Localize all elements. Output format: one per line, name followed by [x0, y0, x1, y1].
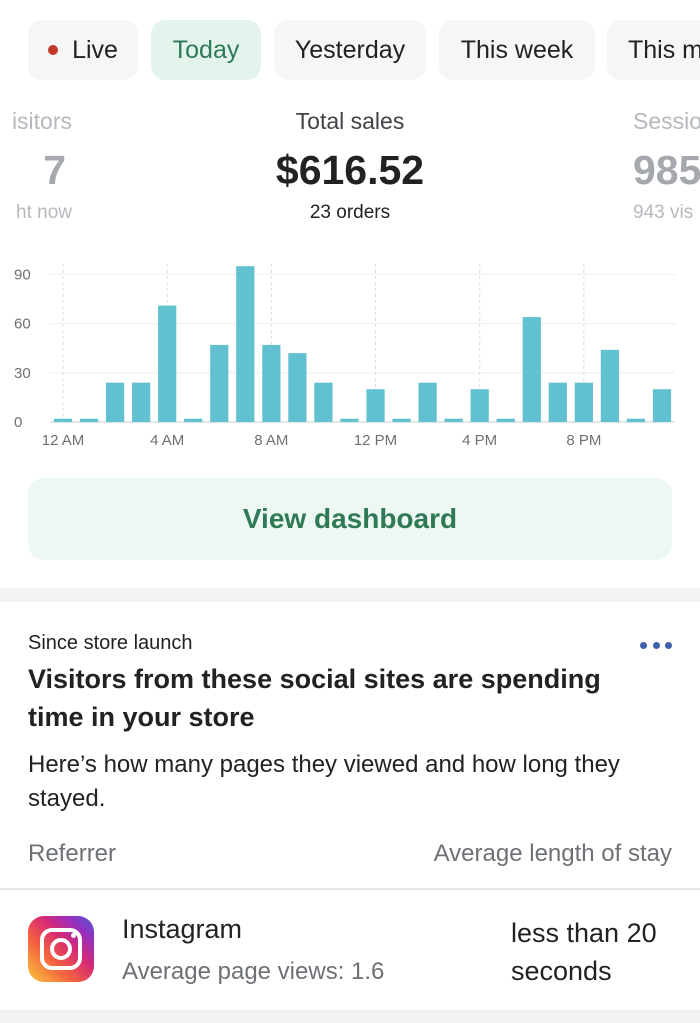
tab-live-label: Live	[72, 35, 118, 64]
chart-bar[interactable]	[652, 389, 672, 422]
hourly-sales-chart[interactable]: 0 30 60 90 12 AM 4 AM 8 AM 12 PM 4 PM 8 PM	[0, 258, 700, 458]
chart-bar[interactable]	[340, 418, 359, 422]
instagram-icon	[28, 916, 94, 982]
chart-bar[interactable]	[314, 382, 333, 422]
live-dot-icon	[48, 45, 59, 55]
insight-title: Visitors from these social sites are spe…	[28, 664, 601, 732]
chart-bar[interactable]	[470, 389, 489, 422]
chart-bar[interactable]	[522, 317, 541, 422]
chart-bar[interactable]	[600, 349, 620, 422]
x-tick-label: 4 AM	[150, 432, 184, 449]
chart-bar[interactable]	[496, 418, 515, 422]
chart-bar[interactable]	[392, 418, 411, 422]
chart-bar[interactable]	[132, 382, 151, 422]
metric-sessions-value: 985	[633, 147, 700, 193]
chart-bar[interactable]	[288, 353, 307, 422]
more-options-icon[interactable]	[640, 642, 672, 652]
chart-bar[interactable]	[236, 266, 255, 422]
tab-yesterday[interactable]: Yesterday	[274, 20, 426, 80]
chart-bar[interactable]	[105, 382, 125, 422]
row-divider	[0, 888, 700, 890]
metric-sessions[interactable]: Sessio 985 943 vis	[633, 108, 700, 224]
referrer-page-views: Average page views: 1.6	[122, 958, 385, 985]
chart-bar[interactable]	[626, 418, 646, 422]
referrer-column-header: Referrer	[28, 840, 117, 867]
chart-bar[interactable]	[574, 382, 593, 422]
metric-total-sales-label: Total sales	[295, 108, 405, 134]
tab-yesterday-label: Yesterday	[294, 35, 406, 64]
chart-bar[interactable]	[210, 344, 229, 422]
tab-today-label: Today	[172, 35, 240, 64]
y-tick-label: 0	[14, 414, 22, 431]
chart-bar[interactable]	[548, 382, 567, 422]
referrer-name[interactable]: Instagram	[122, 914, 242, 945]
tab-this-month-label: This m	[628, 35, 700, 64]
chart-bar[interactable]	[184, 418, 203, 422]
chart-bar[interactable]	[262, 344, 281, 422]
chart-bar[interactable]	[418, 382, 437, 422]
chart-bar[interactable]	[366, 389, 385, 422]
metric-sessions-label: Sessio	[633, 108, 700, 134]
bottom-divider	[0, 1010, 700, 1023]
metric-visitors-label: isitors	[11, 108, 72, 134]
y-tick-label: 90	[14, 266, 31, 283]
tab-this-month[interactable]: This m	[607, 20, 700, 80]
tab-this-week-label: This week	[460, 35, 574, 64]
referrer-stay-length: less than 20 seconds	[511, 918, 657, 986]
metric-sessions-sub: 943 vis	[633, 202, 694, 223]
tab-this-week[interactable]: This week	[439, 20, 595, 80]
section-divider	[0, 588, 700, 602]
view-dashboard-button[interactable]: View dashboard	[28, 478, 672, 560]
metric-visitors[interactable]: isitors 7 ht now	[0, 108, 72, 224]
insight-description: Here’s how many pages they viewed and ho…	[28, 751, 620, 812]
x-tick-label: 12 AM	[42, 432, 85, 449]
social-insight-card: Since store launch Visitors from these s…	[0, 602, 700, 1010]
x-tick-label: 12 PM	[354, 432, 397, 449]
chart-bar[interactable]	[53, 418, 73, 422]
x-tick-label: 8 PM	[566, 432, 601, 449]
chart-bar[interactable]	[158, 305, 177, 422]
metric-total-sales[interactable]: Total sales $616.52 23 orders	[200, 108, 500, 224]
metric-total-sales-value: $616.52	[275, 147, 425, 193]
tab-live[interactable]: Live	[28, 20, 138, 80]
stay-column-header: Average length of stay	[433, 840, 672, 867]
date-range-tabs: Live Today Yesterday This week This m	[0, 20, 700, 82]
metric-visitors-sub: ht now	[16, 202, 72, 223]
y-tick-label: 60	[14, 316, 31, 333]
metric-visitors-value: 7	[43, 147, 66, 193]
chart-bar[interactable]	[79, 418, 99, 422]
y-tick-label: 30	[14, 365, 31, 382]
metrics-carousel[interactable]: isitors 7 ht now Total sales $616.52 23 …	[0, 108, 700, 233]
insight-eyebrow: Since store launch	[28, 632, 193, 654]
chart-bar[interactable]	[444, 418, 463, 422]
metric-total-sales-sub: 23 orders	[309, 202, 391, 223]
x-tick-label: 4 PM	[462, 432, 497, 449]
x-tick-label: 8 AM	[254, 432, 288, 449]
tab-today[interactable]: Today	[151, 20, 261, 80]
